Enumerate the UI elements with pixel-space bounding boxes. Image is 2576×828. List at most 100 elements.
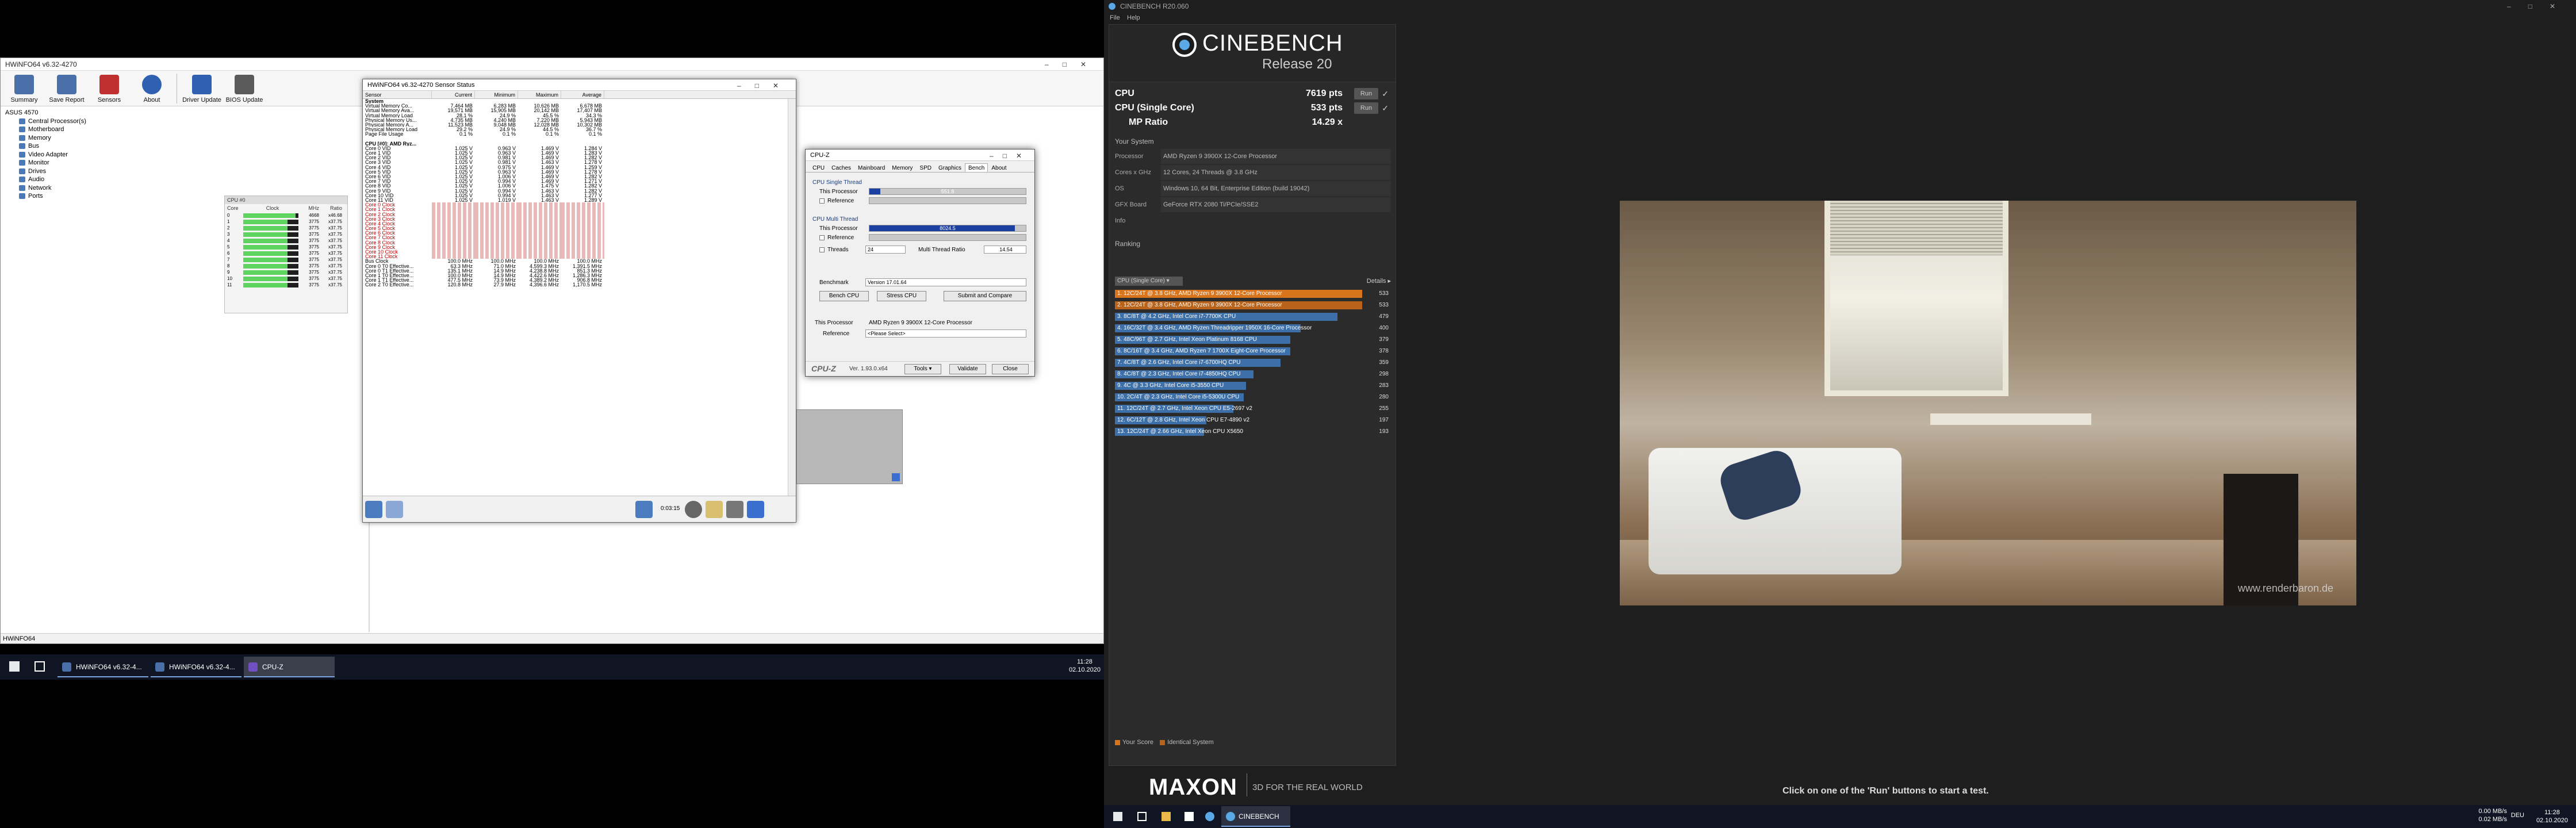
sensor-row[interactable]: Core 11 VID 1.025 V 1.019 V 1.463 V 1.289 V [363, 198, 796, 202]
ranking-row[interactable]: 11. 12C/24T @ 2.7 GHz, Intel Xeon CPU E5… [1115, 404, 1391, 413]
sensor-row[interactable]: Physical Memory Us... 4,735 MB 4,240 MB 7,2… [363, 118, 796, 122]
sensor-row[interactable]: Physical Memory A... 11,523 MB 9,048 MB 12,… [363, 122, 796, 127]
ranking-row[interactable]: 13. 12C/24T @ 2.66 GHz, Intel Xeon CPU X… [1115, 427, 1391, 436]
tab-memory[interactable]: Memory [888, 163, 916, 172]
sensor-row[interactable]: Core 5 Clock [363, 226, 796, 231]
window-controls[interactable]: –□✕ [737, 79, 792, 92]
sensor-row[interactable]: Core 5 VID 1.025 V 0.963 V 1.469 V 1.278 V [363, 170, 796, 174]
sensor-row[interactable]: Virtual Memory Co... 7,464 MB 6,283 MB 10,6… [363, 103, 796, 108]
ranking-row[interactable]: 10. 2C/4T @ 2.3 GHz, Intel Core i5-5300U… [1115, 393, 1391, 402]
ranking-dropdown[interactable]: CPU (Single Core) ▾ [1115, 277, 1183, 286]
sensor-row[interactable]: Core 1 T0 Effective... 100.0 MHz 14.9 MHz 4… [363, 273, 796, 278]
left-clock[interactable]: 11:28 02.10.2020 [1069, 658, 1101, 674]
tab-caches[interactable]: Caches [828, 163, 854, 172]
file-explorer-icon[interactable] [1162, 812, 1171, 821]
reference-select[interactable]: <Please Select> [865, 329, 1026, 338]
summary-button[interactable]: Summary [3, 75, 45, 103]
windows-start-icon[interactable] [9, 661, 20, 672]
col-minimum[interactable]: Minimum [475, 91, 518, 98]
threads-checkbox[interactable] [819, 247, 825, 252]
sensor-row[interactable]: System [363, 99, 796, 103]
bench-cpu-button[interactable]: Bench CPU [819, 291, 869, 301]
sensor-row[interactable]: Core 4 VID 1.025 V 0.975 V 1.469 V 1.259 V [363, 165, 796, 170]
sensor-row[interactable]: Core 10 VID 1.025 V 0.994 V 1.463 V 1.277 V [363, 193, 796, 198]
validate-button[interactable]: Validate [949, 364, 986, 374]
ranking-row[interactable]: 5. 48C/96T @ 2.7 GHz, Intel Xeon Platinu… [1115, 335, 1391, 344]
sensor-row[interactable]: Virtual Memory Ava... 19,571 MB 15,905 MB 2… [363, 108, 796, 113]
tab-mainboard[interactable]: Mainboard [854, 163, 888, 172]
ranking-row[interactable]: 6. 8C/16T @ 3.4 GHz, AMD Ryzen 7 1700X E… [1115, 347, 1391, 356]
ranking-row[interactable]: 4. 16C/32T @ 3.4 GHz, AMD Ryzen Threadri… [1115, 324, 1391, 333]
tree-item-memory[interactable]: Memory [3, 134, 147, 143]
sensors-button[interactable]: Sensors [88, 75, 131, 103]
right-clock[interactable]: 11:28 02.10.2020 [2536, 808, 2568, 825]
sensor-row[interactable]: Core 9 VID 1.025 V 0.994 V 1.463 V 1.282 V [363, 189, 796, 193]
sensor-row[interactable]: Bus Clock 100.0 MHz 100.0 MHz 100.0 MHz 100.… [363, 259, 796, 263]
sensor-row[interactable]: CPU [#0]: AMD Ryz... [363, 141, 796, 146]
sensor-row[interactable]: Core 0 Clock [363, 202, 796, 208]
about-button[interactable]: About [131, 75, 173, 103]
expand-arrows-icon[interactable] [365, 501, 382, 518]
clock-icon[interactable] [685, 501, 702, 518]
settings-gear-icon[interactable] [726, 501, 743, 518]
sensor-row[interactable]: Core 3 VID 1.025 V 0.981 V 1.463 V 1.278 V [363, 160, 796, 164]
sensor-row[interactable]: Core 9 Clock [363, 244, 796, 250]
tree-item-cpu[interactable]: Central Processor(s) [3, 117, 147, 126]
tab-cpu[interactable]: CPU [809, 163, 828, 172]
window-controls[interactable]: –□✕ [1045, 58, 1100, 71]
sensor-row[interactable]: Core 11 Clock [363, 254, 796, 259]
tree-item-network[interactable]: Network [3, 184, 147, 193]
save-report-button[interactable]: Save Report [45, 75, 88, 103]
ranking-row[interactable]: 2. 12C/24T @ 3.8 GHz, AMD Ryzen 9 3900X … [1115, 301, 1391, 310]
ranking-row[interactable]: 7. 4C/8T @ 2.6 GHz, Intel Core i7-6700HQ… [1115, 358, 1391, 367]
taskbar-cinebench[interactable]: CINEBENCH R20.060 [1221, 806, 1290, 827]
sensor-row[interactable]: Core 2 Clock [363, 212, 796, 217]
sensor-row[interactable]: Core 10 Clock [363, 250, 796, 255]
tab-about[interactable]: About [988, 163, 1010, 172]
window-controls[interactable]: –□✕ [990, 150, 1031, 162]
menu-help[interactable]: Help [1127, 13, 1140, 23]
sensor-row[interactable]: Core 6 VID 1.025 V 1.006 V 1.469 V 1.282 V [363, 174, 796, 179]
sensor-row[interactable]: Physical Memory Load 29.2 % 24.9 % 44.5 % 36… [363, 127, 796, 132]
taskbar-hwinfo-1[interactable]: HWiNFO64 v6.32-4... [57, 657, 148, 677]
sensor-row[interactable]: Virtual Memory Load 28.1 % 24.9 % 45.5 % 34.… [363, 113, 796, 118]
sensor-row[interactable]: Core 7 Clock [363, 235, 796, 240]
sensor-row[interactable]: Core 0 VID 1.025 V 0.963 V 1.469 V 1.284 V [363, 146, 796, 151]
single-reference-checkbox[interactable] [819, 198, 825, 204]
task-view-icon[interactable] [34, 661, 45, 672]
tree-root[interactable]: ASUS 4570 [3, 109, 147, 117]
tree-item-audio[interactable]: Audio [3, 175, 147, 184]
task-view-icon[interactable] [1137, 812, 1147, 821]
close-x-icon[interactable] [892, 473, 900, 481]
collapse-arrows-icon[interactable] [386, 501, 403, 518]
threads-select[interactable]: 24 [865, 246, 906, 254]
sensor-row[interactable]: Core 2 VID 1.025 V 0.981 V 1.469 V 1.282 V [363, 155, 796, 160]
multi-reference-checkbox[interactable] [819, 235, 825, 240]
sensor-row[interactable]: Core 6 Clock [363, 231, 796, 236]
tab-graphics[interactable]: Graphics [935, 163, 965, 172]
sensor-row[interactable]: Core 1 Clock [363, 207, 796, 212]
benchmark-select[interactable]: Version 17.01.64 [865, 278, 1026, 286]
sensor-row[interactable] [363, 137, 796, 141]
sensor-row[interactable]: Core 4 Clock [363, 221, 796, 227]
tab-spd[interactable]: SPD [916, 163, 935, 172]
taskbar-cpuz[interactable]: CPU-Z [244, 657, 335, 677]
sensor-row[interactable]: Core 0 T1 Effective... 135.1 MHz 14.9 MHz 4… [363, 269, 796, 273]
window-controls[interactable]: –□✕ [2507, 0, 2573, 13]
taskbar-hwinfo-2[interactable]: HWiNFO64 v6.32-4... [151, 657, 241, 677]
driver-update-button[interactable]: Driver Update [181, 75, 223, 103]
ranking-row[interactable]: 1. 12C/24T @ 3.8 GHz, AMD Ryzen 9 3900X … [1115, 289, 1391, 298]
sensor-row[interactable]: Core 2 T0 Effective... 120.8 MHz 27.9 MHz 4… [363, 282, 796, 287]
sensor-row[interactable]: Core 1 T1 Effective... 477.5 MHz 73.9 MHz 4… [363, 278, 796, 282]
single-core-run-button[interactable]: Run [1354, 102, 1378, 114]
submit-compare-button[interactable]: Submit and Compare [944, 291, 1026, 301]
tree-item-ports[interactable]: Ports [3, 192, 147, 201]
sensor-row[interactable]: Core 3 Clock [363, 216, 796, 221]
bios-update-button[interactable]: BIOS Update [223, 75, 266, 103]
details-toggle[interactable]: Details ▸ [1367, 277, 1391, 286]
close-x-icon[interactable] [747, 501, 764, 518]
ranking-row[interactable]: 9. 4C @ 3.3 GHz, Intel Core i5-3550 CPU 2… [1115, 381, 1391, 390]
cinebench-pin-icon[interactable] [1205, 812, 1214, 821]
tree-item-bus[interactable]: Bus [3, 142, 147, 151]
windows-start-icon[interactable] [1113, 812, 1122, 821]
